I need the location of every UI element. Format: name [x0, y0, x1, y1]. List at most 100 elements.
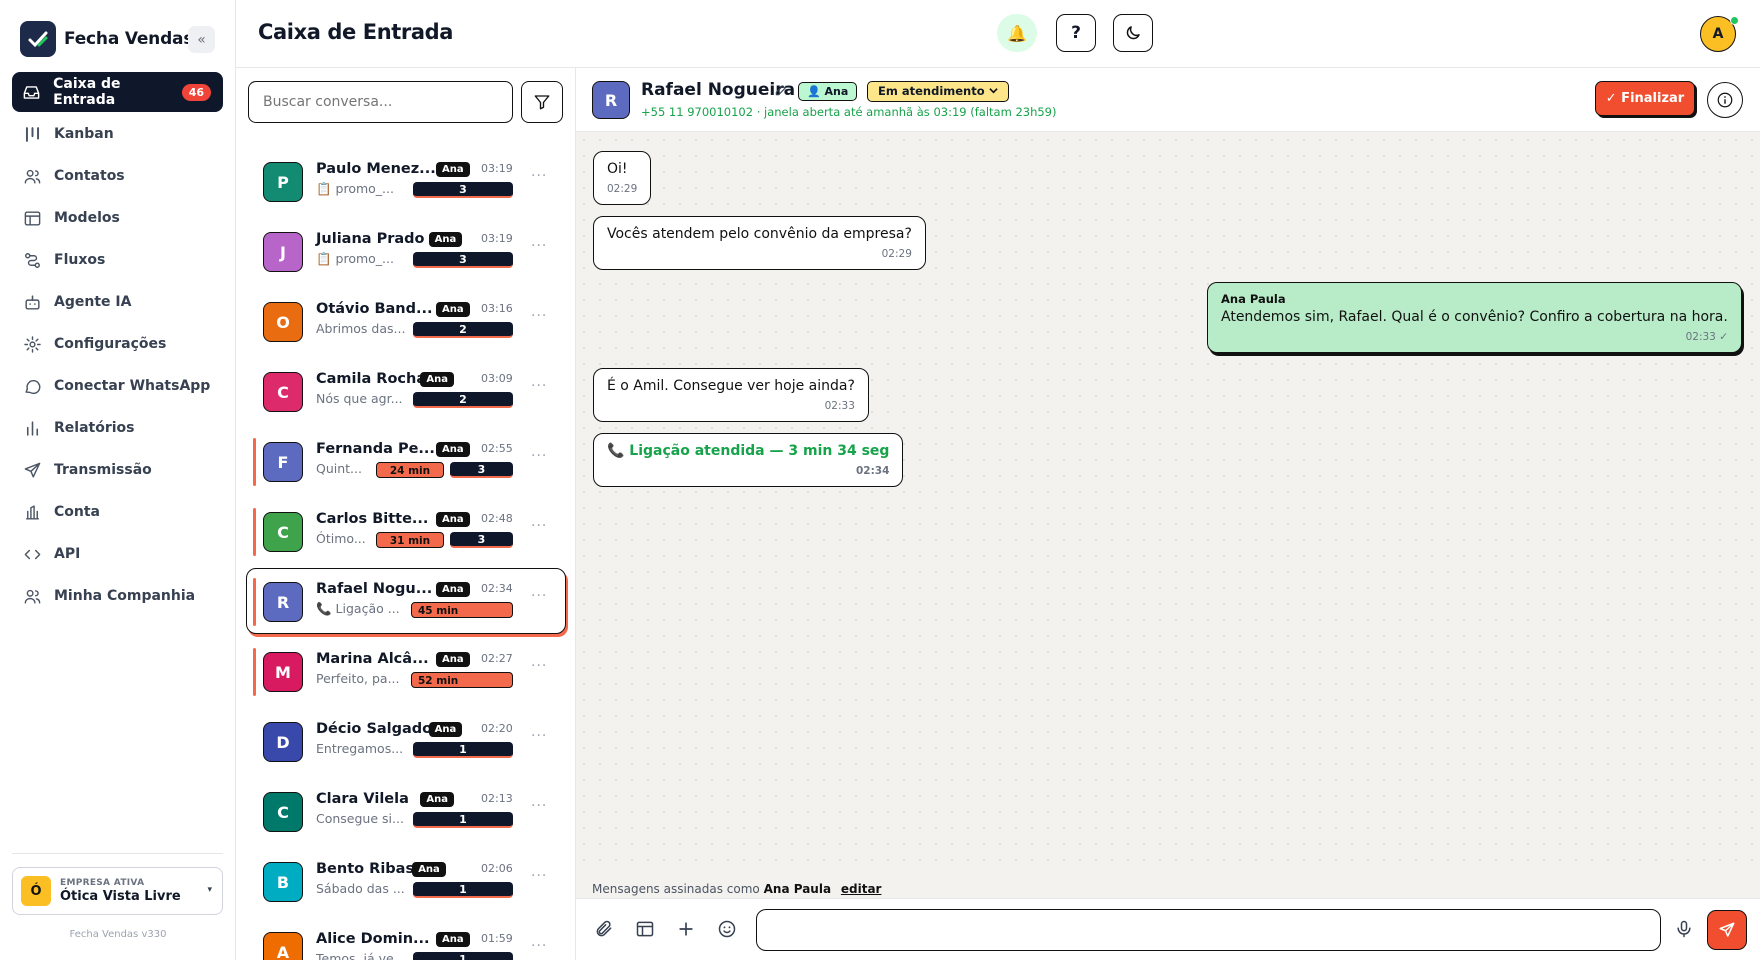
message-input[interactable]	[756, 909, 1661, 951]
conversation-item[interactable]: M Marina Alcâ... Ana 02:27 Perfeito, pa... 52…	[236, 638, 575, 708]
unread-count-badge: 1	[413, 952, 513, 960]
notifications-button[interactable]: 🔔	[997, 14, 1037, 52]
conversation-time: 03:09	[481, 372, 513, 385]
contact-name: Juliana Prado	[316, 231, 425, 247]
sidebar-item-fluxos[interactable]: Fluxos	[12, 240, 223, 280]
brand[interactable]: Fecha Vendas	[20, 21, 193, 57]
sidebar-item-label: Conectar WhatsApp	[54, 378, 211, 394]
more-options-icon[interactable]: ···	[531, 168, 547, 184]
microphone-icon[interactable]	[1672, 917, 1696, 941]
incoming-message[interactable]: Vocês atendem pelo convênio da empresa? 0…	[593, 216, 926, 270]
unread-count-badge: 2	[413, 322, 513, 338]
message-preview: Perfeito, pa...	[316, 671, 400, 686]
paperclip-icon[interactable]	[592, 917, 616, 941]
more-options-icon[interactable]: ···	[531, 588, 547, 604]
conversation-item[interactable]: C Carlos Bitte... Ana 02:48 Ótimo... 31 min 3 ·…	[236, 498, 575, 568]
users-icon	[22, 166, 42, 186]
message-preview: Nós que agr...	[316, 391, 403, 406]
finalize-button[interactable]: ✓ Finalizar	[1595, 81, 1695, 116]
sidebar-item-conta[interactable]: Conta	[12, 492, 223, 532]
conversation-time: 02:06	[481, 862, 513, 875]
edit-signature-link[interactable]: editar	[841, 882, 882, 896]
sidebar-item-agente-ia[interactable]: Agente IA	[12, 282, 223, 322]
contact-avatar: O	[263, 302, 303, 342]
conversation-item[interactable]: O Otávio Band... Ana 03:16 Abrimos das... 2 ··…	[236, 288, 575, 358]
unread-count-badge: 2	[413, 392, 513, 408]
conversation-item[interactable]: F Fernanda Pe... Ana 02:55 Quint... 24 min 3 ··…	[236, 428, 575, 498]
sidebar-item-configura-es[interactable]: Configurações	[12, 324, 223, 364]
conversation-item[interactable]: B Bento Ribas Ana 02:06 Sábado das ... 1 ···	[236, 848, 575, 918]
filter-icon	[534, 95, 550, 110]
conversation-item[interactable]: A Alice Domin... Ana 01:59 Temos, já ve... 1 ·…	[236, 918, 575, 960]
sidebar-item-modelos[interactable]: Modelos	[12, 198, 223, 238]
unread-count-badge: 1	[413, 742, 513, 758]
sidebar-item-caixa-de-entrada[interactable]: Caixa de Entrada 46	[12, 72, 223, 112]
pencil-icon[interactable]	[774, 82, 788, 101]
inbox-icon	[22, 82, 41, 102]
status-dropdown[interactable]: Em atendimento	[867, 81, 1009, 102]
company-selector[interactable]: Ó EMPRESA ATIVA Ótica Vista Livre ▾	[12, 867, 223, 915]
dark-mode-button[interactable]	[1113, 14, 1153, 52]
help-button[interactable]: ?	[1056, 14, 1096, 52]
kanban-icon	[22, 124, 42, 144]
sidebar-item-label: Relatórios	[54, 420, 135, 436]
more-options-icon[interactable]: ···	[531, 378, 547, 394]
template-icon[interactable]	[633, 917, 657, 941]
sidebar-item-relat-rios[interactable]: Relatórios	[12, 408, 223, 448]
incoming-message[interactable]: É o Amil. Consegue ver hoje ainda? 02:33	[593, 368, 869, 422]
bank-icon	[22, 502, 42, 522]
search-conversation-input[interactable]	[248, 81, 513, 123]
message-composer	[576, 898, 1760, 960]
info-button[interactable]	[1707, 82, 1743, 118]
sidebar-nav: Caixa de Entrada 46 Kanban Contatos Modelos F…	[12, 72, 223, 618]
contact-avatar: M	[263, 652, 303, 692]
team-icon	[22, 586, 42, 606]
send-button[interactable]	[1707, 910, 1747, 950]
more-options-icon[interactable]: ···	[531, 658, 547, 674]
inbox-count-badge: 46	[181, 83, 211, 101]
collapse-sidebar-button[interactable]: «	[188, 26, 215, 53]
unread-count-badge: 3	[413, 182, 513, 198]
more-options-icon[interactable]: ···	[531, 308, 547, 324]
outgoing-message[interactable]: Ana Paula Atendemos sim, Rafael. Qual é o…	[1207, 282, 1742, 353]
sidebar-item-api[interactable]: API	[12, 534, 223, 574]
conversation-item[interactable]: D Décio Salgado Ana 02:20 Entregamos... 1 ···	[236, 708, 575, 778]
sidebar-item-conectar-whatsapp[interactable]: Conectar WhatsApp	[12, 366, 223, 406]
sidebar-item-contatos[interactable]: Contatos	[12, 156, 223, 196]
conversation-time: 03:19	[481, 162, 513, 175]
sidebar-item-label: Contatos	[54, 168, 125, 184]
incoming-message[interactable]: Oi! 02:29	[593, 151, 652, 205]
urgency-stripe	[253, 578, 256, 626]
more-options-icon[interactable]: ···	[531, 798, 547, 814]
conversation-item[interactable]: C Camila Rocha Ana 03:09 Nós que agr... 2 ···	[236, 358, 575, 428]
call-event-message[interactable]: 📞 Ligação atendida — 3 min 34 seg 02:34	[593, 433, 904, 487]
conversation-item[interactable]: C Clara Vilela Ana 02:13 Consegue si... 1 ···	[236, 778, 575, 848]
emoji-icon[interactable]	[715, 917, 739, 941]
agent-tag: Ana	[436, 302, 470, 317]
contact-avatar: P	[263, 162, 303, 202]
filter-button[interactable]	[521, 81, 563, 123]
conversation-item[interactable]: J Juliana Prado Ana 03:19 📋 promo_... 3 ···	[236, 218, 575, 288]
more-options-icon[interactable]: ···	[531, 448, 547, 464]
conversation-item[interactable]: P Paulo Menez... Ana 03:19 📋 promo_... 3 ···	[236, 148, 575, 218]
conversation-time: 02:34	[481, 582, 513, 595]
contact-name: Marina Alcâ...	[316, 651, 429, 667]
assigned-agent-badge[interactable]: 👤 Ana	[798, 82, 858, 101]
contact-name: Carlos Bitte...	[316, 511, 429, 527]
more-options-icon[interactable]: ···	[531, 238, 547, 254]
wait-time-badge: 31 min	[376, 532, 444, 548]
contact-name: Otávio Band...	[316, 301, 433, 317]
plus-icon[interactable]	[674, 917, 698, 941]
more-options-icon[interactable]: ···	[531, 518, 547, 534]
contact-avatar: D	[263, 722, 303, 762]
more-options-icon[interactable]: ···	[531, 728, 547, 744]
contact-name: Camila Rocha	[316, 371, 427, 387]
conversation-item[interactable]: R Rafael Nogu... Ana 02:34 📞 Ligação ... 45 m…	[236, 568, 575, 638]
sidebar-item-kanban[interactable]: Kanban	[12, 114, 223, 154]
contact-avatar: F	[263, 442, 303, 482]
more-options-icon[interactable]: ···	[531, 868, 547, 884]
chart-icon	[22, 418, 42, 438]
sidebar-item-transmiss-o[interactable]: Transmissão	[12, 450, 223, 490]
more-options-icon[interactable]: ···	[531, 938, 547, 954]
sidebar-item-minha-companhia[interactable]: Minha Companhia	[12, 576, 223, 616]
